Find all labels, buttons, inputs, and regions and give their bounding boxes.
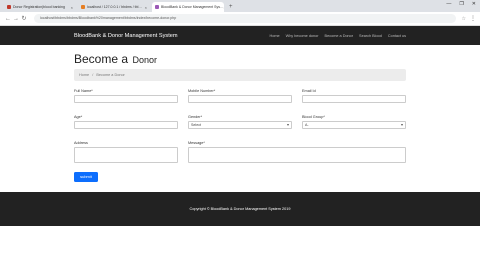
address-bar: ← → ↻ localhost/bbdms/bbdms/Bloodbank%20… [0, 12, 480, 26]
gender-group: Gender* Select ▾ [188, 115, 292, 129]
nav-link-contact[interactable]: Contact us [388, 34, 406, 38]
gender-selected-value: Select [191, 123, 201, 127]
email-label: Email Id [302, 89, 316, 93]
forward-icon[interactable]: → [12, 16, 20, 22]
url-input[interactable]: localhost/bbdms/bbdms/Bloodbank%20manage… [34, 14, 456, 23]
close-window-icon[interactable]: ✕ [472, 1, 476, 7]
message-label: Message* [188, 141, 205, 145]
blank-area [0, 226, 480, 270]
nav-link-home[interactable]: Home [269, 34, 279, 38]
close-tab-icon[interactable]: × [223, 5, 224, 10]
address-group: Address [74, 141, 178, 163]
reload-icon[interactable]: ↻ [20, 15, 28, 22]
message-textarea[interactable] [188, 147, 406, 163]
age-group: Age* [74, 115, 178, 129]
tab-title: localhost / 127.0.0.1 / bbdms / tbl… [87, 5, 142, 9]
breadcrumb-home[interactable]: Home [79, 73, 89, 77]
nav-link-become-donor[interactable]: Become a Donor [325, 34, 354, 38]
chevron-down-icon: ▾ [286, 122, 289, 127]
tab-title: BloodBank & Donor Management Sys… [161, 5, 224, 9]
window-controls: — ❐ ✕ [446, 1, 476, 7]
submit-button[interactable]: submit [74, 172, 98, 182]
maximize-icon[interactable]: ❐ [459, 1, 463, 7]
site-footer: Copyright © BloodBank & Donor Management… [0, 192, 480, 226]
blood-group-group: Blood Group* A- ▾ [302, 115, 406, 129]
blood-group-select[interactable]: A- ▾ [302, 121, 406, 129]
age-label: Age* [74, 115, 83, 119]
nav-links: Home Why become donor Become a Donor Sea… [269, 34, 406, 38]
age-input[interactable] [74, 121, 178, 129]
close-tab-icon[interactable]: × [145, 5, 147, 10]
tab-favicon-icon [81, 5, 85, 9]
gender-select[interactable]: Select ▾ [188, 121, 292, 129]
bookmark-star-icon[interactable]: ☆ [462, 16, 466, 22]
browser-tab-1[interactable]: Donor Registration|blood banking × [4, 2, 76, 12]
browser-tab-bar: Donor Registration|blood banking × local… [0, 0, 480, 12]
blood-group-selected-value: A- [305, 123, 309, 127]
mobile-label: Mobile Number* [188, 89, 216, 93]
browser-menu-icon[interactable]: ⋮ [470, 15, 476, 22]
full-name-label: Full Name* [74, 89, 93, 93]
message-group: Message* [188, 141, 406, 163]
new-tab-button[interactable]: + [229, 2, 233, 12]
address-textarea[interactable] [74, 147, 178, 163]
nav-link-search-blood[interactable]: Search Blood [359, 34, 382, 38]
breadcrumb-separator: / [92, 73, 94, 77]
nav-link-why-become-donor[interactable]: Why become donor [286, 34, 319, 38]
address-label: Address [74, 141, 88, 145]
site-navbar: BloodBank & Donor Management System Home… [0, 26, 480, 45]
mobile-group: Mobile Number* [188, 89, 292, 103]
mobile-input[interactable] [188, 95, 292, 103]
page-title-sub: Donor [132, 55, 157, 65]
tab-favicon-icon [7, 5, 11, 9]
browser-tab-3[interactable]: BloodBank & Donor Management Sys… × [152, 2, 224, 12]
site-brand[interactable]: BloodBank & Donor Management System [74, 33, 178, 39]
page-title: Become a Donor [74, 50, 157, 68]
full-name-group: Full Name* [74, 89, 178, 103]
tab-title: Donor Registration|blood banking [13, 5, 65, 9]
breadcrumb-current: Become a Donor [96, 73, 125, 77]
close-tab-icon[interactable]: × [71, 5, 73, 10]
browser-tab-2[interactable]: localhost / 127.0.0.1 / bbdms / tbl… × [78, 2, 150, 12]
email-input[interactable] [302, 95, 406, 103]
full-name-input[interactable] [74, 95, 178, 103]
page-title-main: Become a [74, 52, 129, 66]
email-group: Email Id [302, 89, 406, 103]
breadcrumb: Home / Become a Donor [74, 69, 406, 81]
back-icon[interactable]: ← [4, 16, 12, 22]
minimize-icon[interactable]: — [446, 1, 451, 7]
gender-label: Gender* [188, 115, 203, 119]
blood-group-label: Blood Group* [302, 115, 325, 119]
chevron-down-icon: ▾ [400, 122, 403, 127]
footer-copyright: Copyright © BloodBank & Donor Management… [189, 207, 291, 211]
tab-favicon-icon [155, 5, 159, 9]
